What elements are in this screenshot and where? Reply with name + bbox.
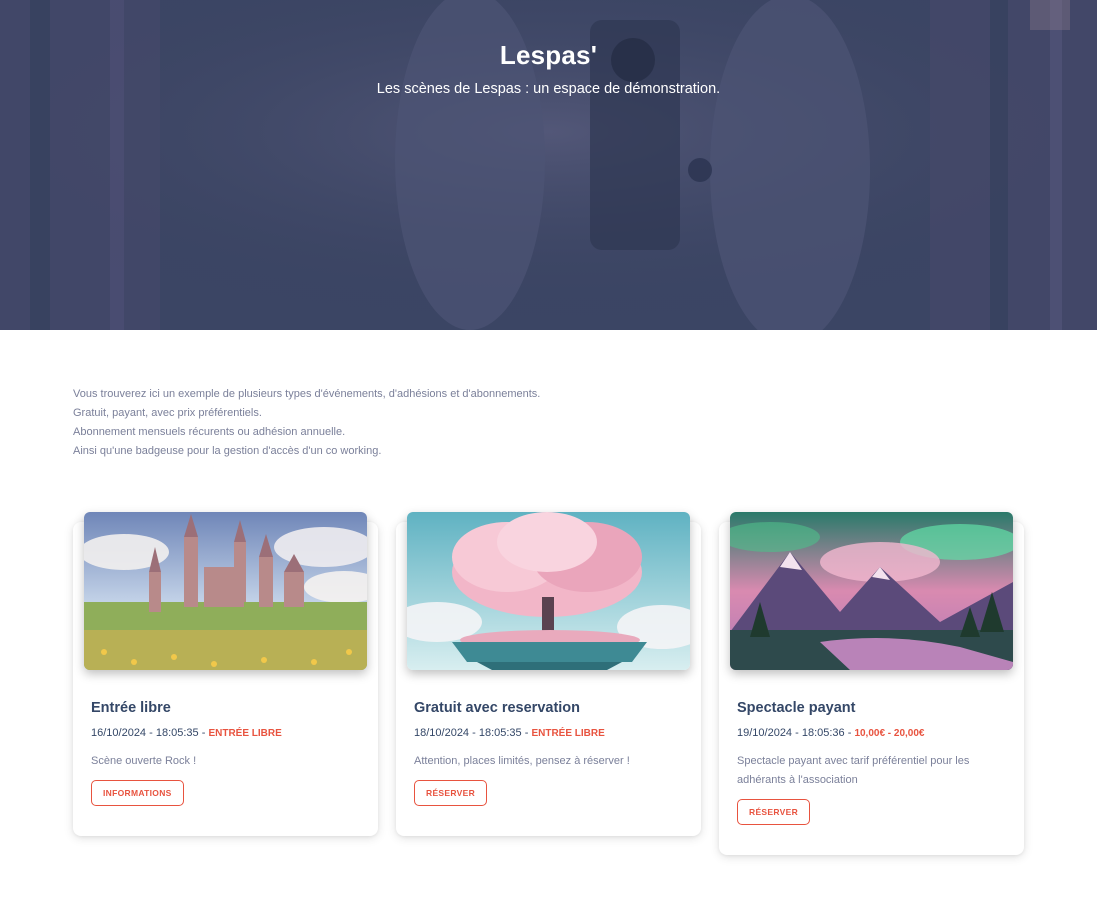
site-title: Lespas'	[499, 40, 598, 70]
event-price: ENTRÉE LIBRE	[531, 728, 605, 739]
meta-separator: -	[844, 727, 855, 739]
event-description: Scène ouverte Rock !	[91, 755, 197, 767]
intro-line: Abonnement mensuels récurents ou adhésio…	[73, 426, 346, 438]
intro-line: Vous trouverez ici un exemple de plusieu…	[73, 388, 541, 400]
event-datetime: 18/10/2024 - 18:05:35	[414, 727, 522, 739]
event-description: Attention, places limités, pensez à rése…	[414, 755, 630, 767]
event-image-cherry-tree[interactable]	[407, 512, 690, 670]
reserver-button[interactable]: RÉSERVER	[737, 799, 811, 825]
site-subtitle: Les scènes de Lespas : un espace de démo…	[376, 81, 721, 97]
meta-separator: -	[521, 727, 532, 739]
event-title: Spectacle payant	[737, 700, 856, 716]
event-image-aurora-mountains[interactable]	[730, 512, 1013, 670]
event-card: Gratuit avec reservation 18/10/2024 - 18…	[396, 512, 701, 836]
event-meta: 16/10/2024 - 18:05:35 - ENTRÉE LIBRE	[91, 727, 361, 739]
intro-text: Vous trouverez ici un exemple de plusieu…	[73, 385, 540, 461]
event-description: Spectacle payant avec tarif préférentiel…	[737, 755, 970, 786]
event-title: Entrée libre	[91, 700, 171, 716]
intro-line: Ainsi qu'une badgeuse pour la gestion d'…	[73, 445, 382, 457]
event-image-castle[interactable]	[84, 512, 367, 670]
hero-banner: Lespas' Les scènes de Lespas : un espace…	[0, 0, 1097, 330]
informations-button[interactable]: INFORMATIONS	[91, 780, 184, 806]
intro-line: Gratuit, payant, avec prix préférentiels…	[73, 407, 262, 419]
event-price: 10,00€ - 20,00€	[854, 728, 925, 739]
reserver-button[interactable]: RÉSERVER	[414, 780, 488, 806]
event-card: Spectacle payant 19/10/2024 - 18:05:36 -…	[719, 512, 1024, 855]
event-meta: 19/10/2024 - 18:05:36 - 10,00€ - 20,00€	[737, 727, 1007, 739]
event-card: Entrée libre 16/10/2024 - 18:05:35 - ENT…	[73, 512, 378, 836]
event-datetime: 16/10/2024 - 18:05:35	[91, 727, 199, 739]
event-title: Gratuit avec reservation	[414, 700, 581, 716]
meta-separator: -	[198, 727, 209, 739]
event-meta: 18/10/2024 - 18:05:35 - ENTRÉE LIBRE	[414, 727, 684, 739]
event-datetime: 19/10/2024 - 18:05:36	[737, 727, 845, 739]
event-price: ENTRÉE LIBRE	[208, 728, 282, 739]
